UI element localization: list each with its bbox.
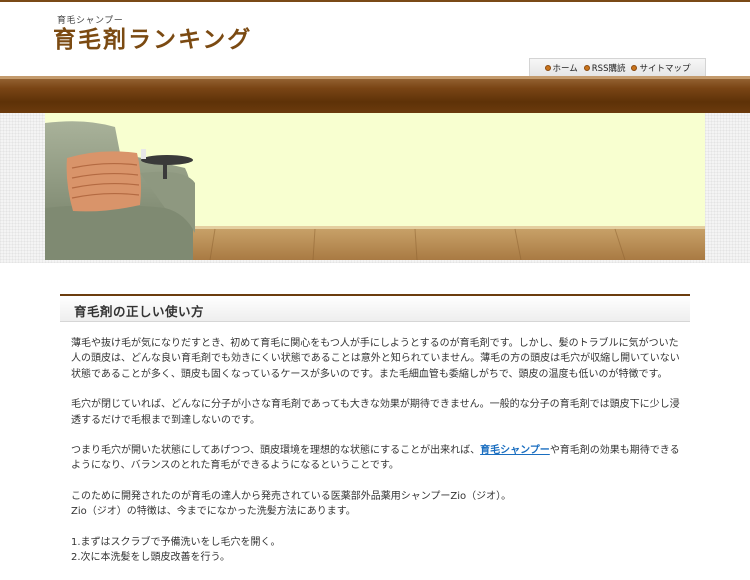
main-content: 育毛剤の正しい使い方 薄毛や抜け毛が気になりだすとき、初めて育毛に関心をもつ人が…	[60, 294, 690, 563]
site-tagline: 育毛シャンプー	[57, 16, 124, 26]
paragraph: このために開発されたのが育毛の達人から発売されている医薬部外品薬用シャンプーZi…	[71, 489, 681, 520]
paragraph: 毛穴が閉じていれば、どんなに分子が小さな育毛剤であっても大きな効果が期待できませ…	[71, 399, 680, 426]
paragraph-text: このために開発されたのが育毛の達人から発売されている医薬部外品薬用シャンプーZi…	[71, 490, 512, 502]
bullet-icon	[631, 65, 638, 71]
paragraph-text: つまり毛穴が開いた状態にしてあげつつ、頭皮環境を理想的な状態にすることが出来れば…	[71, 445, 481, 457]
article-body: 薄毛や抜け毛が気になりだすとき、初めて育毛に関心をもつ人が手にしようとするのが育…	[71, 336, 681, 580]
sofa-room-illustration	[45, 113, 705, 260]
site-header: 育毛シャンプー 育毛剤ランキング ホーム RSS購読 サイトマップ	[0, 2, 750, 77]
nav-item-label: RSS購読	[591, 64, 626, 74]
section-header: 育毛剤の正しい使い方	[60, 294, 690, 322]
header-band	[0, 76, 750, 113]
paragraph: つまり毛穴が開いた状態にしてあげつつ、頭皮環境を理想的な状態にすることが出来れば…	[71, 443, 681, 474]
list-item: 2.次に本洗髪をし頭皮改善を行う。	[71, 552, 230, 564]
list-item: 1.まずはスクラブで予備洗いをし毛穴を開く。	[71, 536, 281, 548]
bullet-icon	[544, 65, 551, 71]
site-title[interactable]: 育毛剤ランキング	[53, 26, 252, 54]
section-title: 育毛剤の正しい使い方	[74, 304, 205, 319]
band-sheen	[0, 76, 750, 79]
paragraph-text: Zio（ジオ）の特徴は、今までになかった洗髪方法にあります。	[71, 506, 356, 518]
nav-item-sitemap[interactable]: サイトマップ	[631, 62, 690, 74]
paragraph: 1.まずはスクラブで予備洗いをし毛穴を開く。 2.次に本洗髪をし頭皮改善を行う。	[71, 535, 681, 566]
nav-item-label: サイトマップ	[639, 64, 691, 74]
shampoo-link[interactable]: 育毛シャンプー	[480, 445, 550, 456]
nav-item-label: ホーム	[552, 64, 578, 74]
top-nav: ホーム RSS購読 サイトマップ	[529, 58, 706, 77]
bullet-icon	[583, 65, 590, 71]
nav-item-home[interactable]: ホーム	[544, 62, 578, 74]
nav-item-rss[interactable]: RSS購読	[583, 62, 626, 74]
paragraph: 薄毛や抜け毛が気になりだすとき、初めて育毛に関心をもつ人が手にしようとするのが育…	[71, 338, 680, 380]
hero-image	[45, 113, 705, 260]
